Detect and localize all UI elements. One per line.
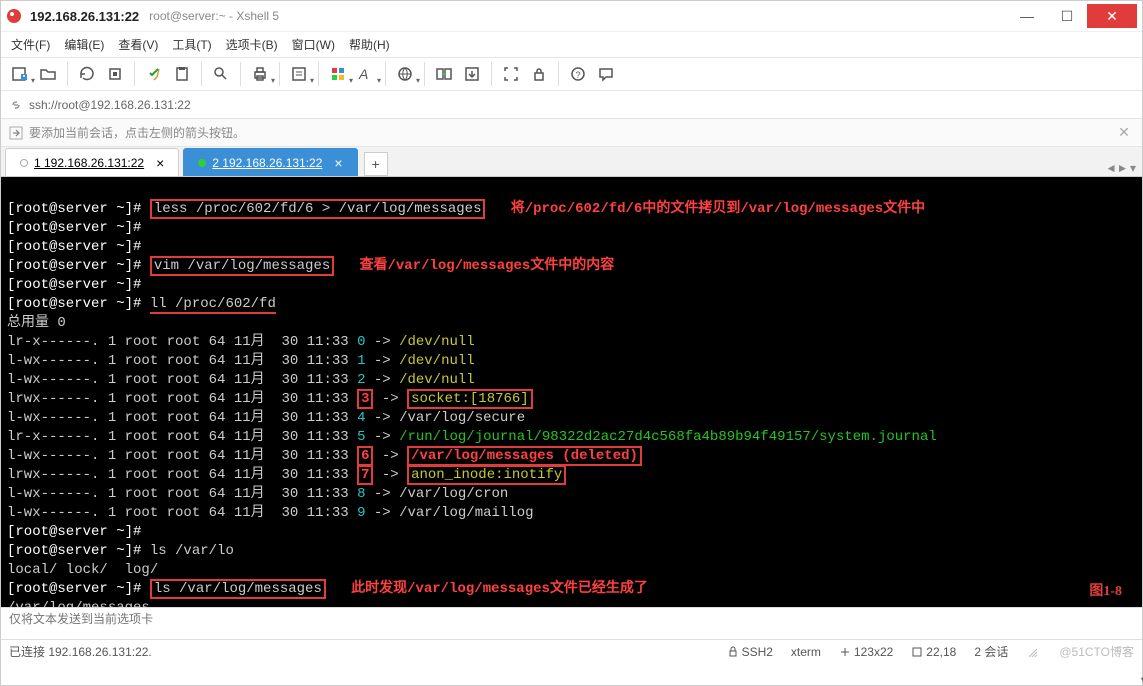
tab-nav-menu[interactable]: ▾ xyxy=(1130,161,1136,176)
status-connection: 已连接 192.168.26.131:22. xyxy=(9,643,152,660)
figure-label: 图1-8 xyxy=(1089,582,1122,601)
menu-help[interactable]: 帮助(H) xyxy=(349,36,390,53)
watermark: @51CTO博客 xyxy=(1059,643,1134,660)
command-input[interactable] xyxy=(9,612,1134,627)
open-button[interactable] xyxy=(35,61,61,87)
reconnect-button[interactable] xyxy=(74,61,100,87)
color-button[interactable]: ▾ xyxy=(325,61,351,87)
minimize-button[interactable]: — xyxy=(1007,4,1047,28)
font-button[interactable]: A▾ xyxy=(353,61,379,87)
menu-window[interactable]: 窗口(W) xyxy=(292,36,335,53)
close-button[interactable]: ✕ xyxy=(1087,4,1137,28)
address-text[interactable]: ssh://root@192.168.26.131:22 xyxy=(29,98,191,112)
menu-file[interactable]: 文件(F) xyxy=(11,36,50,53)
tab-session-1[interactable]: 1 192.168.26.131:22× xyxy=(5,148,179,176)
status-grip xyxy=(1026,645,1041,659)
maximize-button[interactable]: ☐ xyxy=(1047,4,1087,28)
menu-tabs[interactable]: 选项卡(B) xyxy=(226,36,278,53)
svg-text:?: ? xyxy=(576,70,581,80)
app-icon xyxy=(6,8,22,24)
paste-button[interactable] xyxy=(169,61,195,87)
tab-add-button[interactable]: + xyxy=(364,152,388,176)
hint-text: 要添加当前会话，点击左侧的箭头按钮。 xyxy=(29,124,245,141)
globe-button[interactable]: ▾ xyxy=(392,61,418,87)
menu-edit[interactable]: 编辑(E) xyxy=(64,36,104,53)
status-term: xterm xyxy=(791,645,821,659)
tab-close-1[interactable]: × xyxy=(156,155,164,171)
tab-close-2[interactable]: × xyxy=(334,155,342,171)
disconnect-button[interactable] xyxy=(102,61,128,87)
feedback-button[interactable] xyxy=(593,61,619,87)
toolbar: ▾ ▾ ▾ ▾ A▾ ▾ ? ▾ xyxy=(1,57,1142,91)
properties-button[interactable]: ▾ xyxy=(286,61,312,87)
arrow-add-icon[interactable] xyxy=(9,126,23,140)
menu-view[interactable]: 查看(V) xyxy=(118,36,158,53)
tab-session-2[interactable]: 2 192.168.26.131:22× xyxy=(183,148,357,176)
print-button[interactable]: ▾ xyxy=(247,61,273,87)
search-button[interactable] xyxy=(208,61,234,87)
window-host: 192.168.26.131:22 xyxy=(30,9,139,24)
tab-nav-next[interactable]: ► xyxy=(1119,162,1126,176)
menu-tools[interactable]: 工具(T) xyxy=(172,36,211,53)
copy-button[interactable] xyxy=(141,61,167,87)
status-sessions: 2 会话 xyxy=(974,643,1008,660)
svg-text:A: A xyxy=(358,66,368,82)
status-pos: 22,18 xyxy=(911,645,956,659)
transfer-button[interactable] xyxy=(431,61,457,87)
script-button[interactable] xyxy=(459,61,485,87)
terminal[interactable]: [root@server ~]# less /proc/602/fd/6 > /… xyxy=(1,177,1142,607)
new-session-button[interactable]: ▾ xyxy=(7,61,33,87)
help-button[interactable]: ? xyxy=(565,61,591,87)
window-subtitle: root@server:~ - Xshell 5 xyxy=(149,9,279,23)
status-ssh: SSH2 xyxy=(727,645,773,659)
close-hint-button[interactable]: ✕ xyxy=(1114,123,1134,143)
fullscreen-button[interactable] xyxy=(498,61,524,87)
link-icon xyxy=(9,98,23,112)
tab-nav-prev[interactable]: ◄ xyxy=(1108,162,1115,176)
menubar: 文件(F) 编辑(E) 查看(V) 工具(T) 选项卡(B) 窗口(W) 帮助(… xyxy=(1,31,1142,57)
status-size: 123x22 xyxy=(839,645,893,659)
lock-button[interactable] xyxy=(526,61,552,87)
